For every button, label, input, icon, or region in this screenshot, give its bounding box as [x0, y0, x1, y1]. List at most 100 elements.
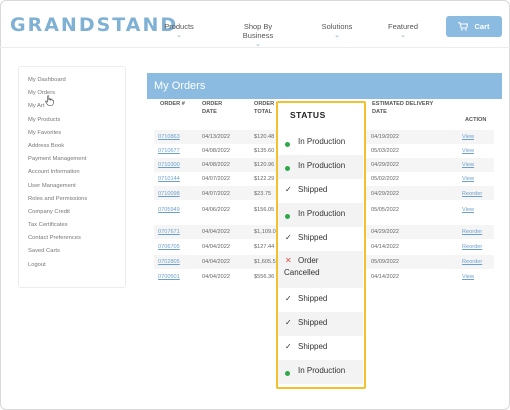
order-number-link[interactable]: 0710098 — [158, 191, 180, 197]
status-text: Shipped — [298, 318, 328, 327]
status-cell: ✓ Shipped — [278, 179, 363, 203]
sidebar-item-products[interactable]: My Products — [28, 114, 125, 127]
reorder-link[interactable]: Reorder — [462, 244, 482, 250]
sidebar-item-art[interactable]: My Art — [28, 100, 125, 113]
status-cell: ✓ Shipped — [278, 227, 363, 251]
status-cell: In Production — [278, 131, 363, 155]
x-icon: ✕ — [285, 256, 292, 265]
chevron-down-icon: ⌄ — [176, 32, 182, 39]
nav-solutions-label: Solutions — [321, 22, 353, 31]
delivery-date: 05/05/2022 — [371, 207, 399, 213]
delivery-date: 04/29/2022 — [371, 229, 399, 235]
order-total: $23.75 — [254, 191, 272, 197]
order-total: $122.29 — [254, 176, 275, 182]
status-text: Cancelled — [284, 268, 320, 277]
order-total: $135.60 — [254, 148, 275, 154]
status-text: In Production — [298, 137, 346, 146]
order-number-link[interactable]: 0706705 — [158, 244, 180, 250]
cart-icon — [458, 22, 469, 31]
sidebar-item-roles[interactable]: Roles and Permissions — [28, 193, 125, 206]
order-total: $120.48 — [254, 134, 275, 140]
status-cell: ✓ Shipped — [278, 336, 363, 360]
hand-cursor-icon — [45, 95, 54, 106]
col-header-status: STATUS — [290, 110, 326, 120]
status-text: Order — [298, 256, 319, 265]
header-divider — [0, 47, 510, 48]
nav-shop-by-business[interactable]: Shop By Business ⌄ — [228, 22, 288, 49]
order-number-link[interactable]: 0702805 — [158, 259, 180, 265]
view-link[interactable]: View — [462, 162, 474, 168]
chevron-down-icon: ⌄ — [334, 32, 340, 39]
sidebar-item-user-management[interactable]: User Management — [28, 180, 125, 193]
sidebar-item-payment[interactable]: Payment Management — [28, 153, 125, 166]
delivery-date: 05/02/2022 — [371, 176, 399, 182]
sidebar-item-company-credit[interactable]: Company Credit — [28, 206, 125, 219]
sidebar-item-tax-certificates[interactable]: Tax Certificates — [28, 219, 125, 232]
nav-featured-label: Featured — [387, 22, 419, 31]
view-link[interactable]: View — [462, 134, 474, 140]
order-date: 04/04/2022 — [202, 229, 230, 235]
check-icon: ✓ — [285, 318, 292, 327]
logo[interactable]: GRANDSTAND — [10, 14, 178, 36]
status-cell: ✓ Shipped — [278, 312, 363, 336]
col-header-order-total: ORDER TOTAL — [254, 101, 275, 115]
status-column-highlight: STATUS In Production In Production ✓ Shi… — [276, 101, 366, 389]
delivery-date: 04/14/2022 — [371, 244, 399, 250]
status-text: Shipped — [298, 342, 328, 351]
view-link[interactable]: View — [462, 207, 474, 213]
status-text: Shipped — [298, 185, 328, 194]
order-number-link[interactable]: 0707671 — [158, 229, 180, 235]
nav-shop-by-business-label: Shop By Business — [242, 22, 274, 40]
green-dot-icon — [285, 164, 290, 173]
view-link[interactable]: View — [462, 274, 474, 280]
sidebar-item-saved-carts[interactable]: Saved Carts — [28, 245, 125, 258]
check-icon: ✓ — [285, 233, 292, 242]
sidebar-item-account-info[interactable]: Account Information — [28, 166, 125, 179]
sidebar-item-dashboard[interactable]: My Dashboard — [28, 74, 125, 87]
order-date: 04/13/2022 — [202, 134, 230, 140]
check-icon: ✓ — [285, 342, 292, 351]
col-header-order-num: ORDER # — [160, 101, 185, 107]
order-number-link[interactable]: 0710677 — [158, 148, 180, 154]
reorder-link[interactable]: Reorder — [462, 229, 482, 235]
page-title: My Orders — [147, 73, 502, 99]
reorder-link[interactable]: Reorder — [462, 191, 482, 197]
sidebar-item-address-book[interactable]: Address Book — [28, 140, 125, 153]
reorder-link[interactable]: Reorder — [462, 259, 482, 265]
order-total: $556.36 — [254, 274, 275, 280]
nav-featured[interactable]: Featured ⌄ — [387, 22, 419, 40]
status-cell: In Production — [278, 203, 363, 227]
order-date: 04/04/2022 — [202, 244, 230, 250]
view-link[interactable]: View — [462, 176, 474, 182]
sidebar-item-logout[interactable]: Logout — [28, 259, 125, 272]
order-date: 04/04/2022 — [202, 259, 230, 265]
nav-solutions[interactable]: Solutions ⌄ — [320, 22, 354, 40]
order-date: 04/08/2022 — [202, 162, 230, 168]
sidebar-item-favorites[interactable]: My Favorites — [28, 127, 125, 140]
order-number-link[interactable]: 0705949 — [158, 207, 180, 213]
green-dot-icon — [285, 369, 290, 378]
order-total: $120.96 — [254, 162, 275, 168]
status-cell: ✕ Order Cancelled — [278, 251, 363, 288]
green-dot-icon — [285, 212, 290, 221]
order-date: 04/08/2022 — [202, 148, 230, 154]
order-number-link[interactable]: 0700501 — [158, 274, 180, 280]
status-text: In Production — [298, 161, 346, 170]
sidebar-item-orders[interactable]: My Orders — [28, 87, 125, 100]
status-cell: In Production — [278, 155, 363, 179]
check-icon: ✓ — [285, 185, 292, 194]
check-icon: ✓ — [285, 294, 292, 303]
cart-button[interactable]: Cart — [446, 16, 502, 37]
view-link[interactable]: View — [462, 148, 474, 154]
status-cell: ✓ Shipped — [278, 288, 363, 312]
status-text: In Production — [298, 366, 346, 375]
nav-products[interactable]: Products ⌄ — [163, 22, 195, 40]
order-number-link[interactable]: 0710144 — [158, 176, 180, 182]
order-number-link[interactable]: 0710300 — [158, 162, 180, 168]
sidebar-item-contact-preferences[interactable]: Contact Preferences — [28, 232, 125, 245]
col-header-delivery: ESTIMATED DELIVERY DATE — [372, 101, 434, 115]
status-cell: In Production — [278, 360, 363, 384]
col-header-order-date: ORDER DATE — [202, 101, 223, 115]
delivery-date: 05/03/2022 — [371, 148, 399, 154]
order-number-link[interactable]: 0710863 — [158, 134, 180, 140]
